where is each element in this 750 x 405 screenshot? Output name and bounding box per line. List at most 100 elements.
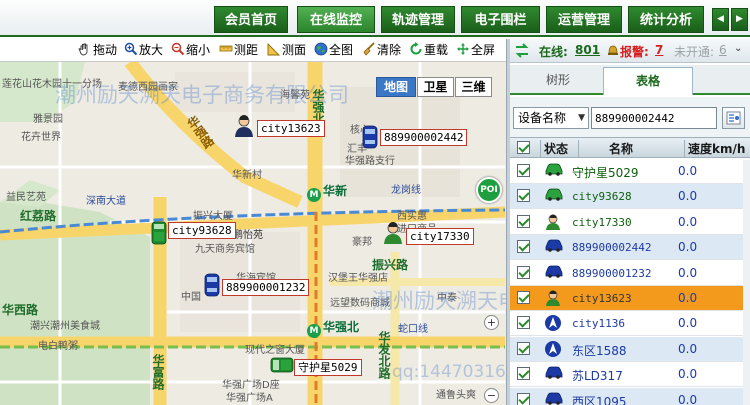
table-row[interactable]: 889900002442 0.0 (510, 235, 750, 261)
vehicle-label-889900002442[interactable]: 889900002442 (380, 129, 468, 146)
ruler-icon (219, 45, 233, 52)
row-speed: 0.0 (678, 367, 698, 382)
broom-icon (363, 42, 375, 56)
fullscreen-icon (457, 43, 469, 55)
map-type-3d[interactable]: 三维 (455, 77, 492, 97)
reload-tool[interactable]: 重载 (409, 41, 448, 60)
map-zoom-in-button[interactable]: + (484, 315, 499, 330)
row-device-name: 西区1095 (572, 394, 627, 405)
vehicle-label-city17330[interactable]: city17330 (406, 228, 474, 245)
alarm-count[interactable]: 7 (655, 43, 663, 57)
row-speed: 0.0 (678, 341, 698, 356)
nav-tab-track-management[interactable]: 轨迹管理 (381, 6, 455, 33)
zoom-in-label: 放大 (139, 43, 164, 57)
row-speed: 0.0 (678, 392, 698, 405)
table-scrollbar[interactable] (743, 160, 750, 405)
table-row[interactable]: city13623 0.0 (510, 286, 750, 311)
table-row[interactable]: 西区1095 0.0 (510, 387, 750, 405)
column-name[interactable]: 名称 (578, 140, 684, 157)
poi-label: 电白鸭粥 (38, 341, 78, 352)
row-checkbox[interactable] (517, 240, 530, 254)
truck-marker-icon[interactable] (270, 357, 294, 373)
collapse-chevron-icon[interactable]: ⌄ (734, 43, 742, 54)
row-device-name: city1136 (572, 317, 625, 331)
filter-field-select[interactable]: 设备名称 ▼ (513, 107, 589, 129)
row-checkbox[interactable] (517, 341, 530, 355)
row-checkbox[interactable] (517, 164, 530, 177)
nav-tab-online-monitor[interactable]: 在线监控 (297, 6, 375, 33)
clear-tool[interactable]: 清除 (362, 41, 401, 60)
nav-tab-statistics[interactable]: 统计分析 (628, 6, 704, 33)
vehicle-label-city93628[interactable]: city93628 (168, 222, 236, 239)
table-row[interactable]: city1136 0.0 (510, 311, 750, 337)
table-row[interactable]: city17330 0.0 (510, 210, 750, 235)
row-device-name: 守护星5029 (572, 166, 639, 180)
person-marker-icon[interactable] (382, 221, 404, 245)
column-status[interactable]: 状态 (540, 140, 568, 157)
metro-station-huaxin[interactable]: M 华新 (307, 182, 347, 202)
row-checkbox[interactable] (517, 189, 530, 203)
device-panel: 在线: 801 报警: 7 未开通: 6 ⌄ 树形 表格 设备名称 ▼ 状态 (510, 39, 750, 405)
not-activated-label: 未开通: (674, 45, 715, 59)
poi-toggle-button[interactable]: POI (476, 177, 502, 203)
metro-icon: M (307, 188, 321, 202)
street-label: 振兴路 (372, 258, 409, 272)
area-icon (267, 42, 281, 56)
table-row[interactable]: city93628 0.0 (510, 184, 750, 210)
table-row[interactable]: 东区1588 0.0 (510, 336, 750, 362)
zoom-out-tool[interactable]: 缩小 (171, 41, 210, 60)
nav-tab-geofence[interactable]: 电子围栏 (461, 6, 540, 33)
nav-arrow-status-icon (544, 314, 564, 332)
vehicle-label-city13623[interactable]: city13623 (257, 120, 325, 137)
poi-label: 麦德西园画家 (118, 82, 178, 93)
row-checkbox[interactable] (517, 392, 530, 405)
poi-label: 雅景园 (33, 114, 63, 125)
full-map-tool[interactable]: 全图 (314, 41, 353, 60)
not-activated-count[interactable]: 6 (719, 43, 727, 57)
person-marker-icon[interactable] (233, 114, 255, 138)
row-checkbox[interactable] (517, 265, 530, 279)
row-device-name: city17330 (572, 215, 632, 229)
measure-area-tool[interactable]: 测面 (267, 41, 306, 60)
column-speed[interactable]: 速度km/h (684, 140, 745, 157)
device-search-input[interactable] (591, 107, 717, 129)
zoom-in-tool[interactable]: 放大 (124, 41, 163, 60)
drag-tool[interactable]: 拖动 (78, 41, 117, 60)
tab-tree[interactable]: 树形 (518, 67, 598, 95)
car-marker-icon[interactable] (362, 125, 378, 149)
table-row[interactable]: 889900001232 0.0 (510, 261, 750, 286)
nav-tab-member-home[interactable]: 会员首页 (214, 6, 288, 33)
nav-tab-operations[interactable]: 运营管理 (546, 6, 622, 33)
metro-line-label: 蛇口线 (398, 324, 428, 335)
refresh-arrows-icon[interactable] (514, 42, 530, 59)
search-options-button[interactable] (722, 107, 745, 129)
poi-label: 九天商务宾馆 (195, 244, 255, 255)
nav-next-arrow-icon[interactable]: ▶ (731, 8, 748, 31)
tab-table[interactable]: 表格 (603, 67, 693, 95)
truck-marker-icon[interactable] (151, 221, 167, 245)
online-count[interactable]: 801 (575, 43, 600, 57)
row-checkbox[interactable] (517, 316, 530, 330)
select-all-checkbox[interactable] (517, 141, 530, 154)
vehicle-label-shouhuxing5029[interactable]: 守护星5029 (294, 359, 362, 376)
row-checkbox[interactable] (517, 291, 530, 304)
map-type-map[interactable]: 地图 (376, 77, 416, 97)
map-panel[interactable]: 拖动 放大 缩小 测距 测面 全图 清除 重载 全屏 地图 卫星 三维 莲花山花… (0, 39, 506, 405)
fullscreen-tool[interactable]: 全屏 (456, 41, 495, 60)
poi-label: 华新村 (232, 170, 262, 181)
row-checkbox[interactable] (517, 367, 530, 381)
map-type-satellite[interactable]: 卫星 (417, 77, 454, 97)
vehicle-label-889900001232[interactable]: 889900001232 (222, 279, 310, 296)
row-checkbox[interactable] (517, 214, 530, 228)
zoom-in-icon (124, 42, 138, 56)
map-zoom-out-button[interactable]: − (484, 388, 499, 403)
table-row[interactable]: 守护星5029 0.0 (510, 159, 750, 184)
car-marker-icon[interactable] (204, 273, 220, 297)
table-row[interactable]: 苏LD317 0.0 (510, 362, 750, 388)
list-settings-icon (726, 111, 741, 125)
nav-prev-arrow-icon[interactable]: ◀ (712, 8, 729, 31)
metro-station-huaqiangbei[interactable]: M 华强北 (307, 318, 359, 338)
row-speed: 0.0 (678, 291, 698, 305)
row-speed: 0.0 (678, 240, 698, 255)
measure-distance-tool[interactable]: 测距 (219, 41, 258, 60)
